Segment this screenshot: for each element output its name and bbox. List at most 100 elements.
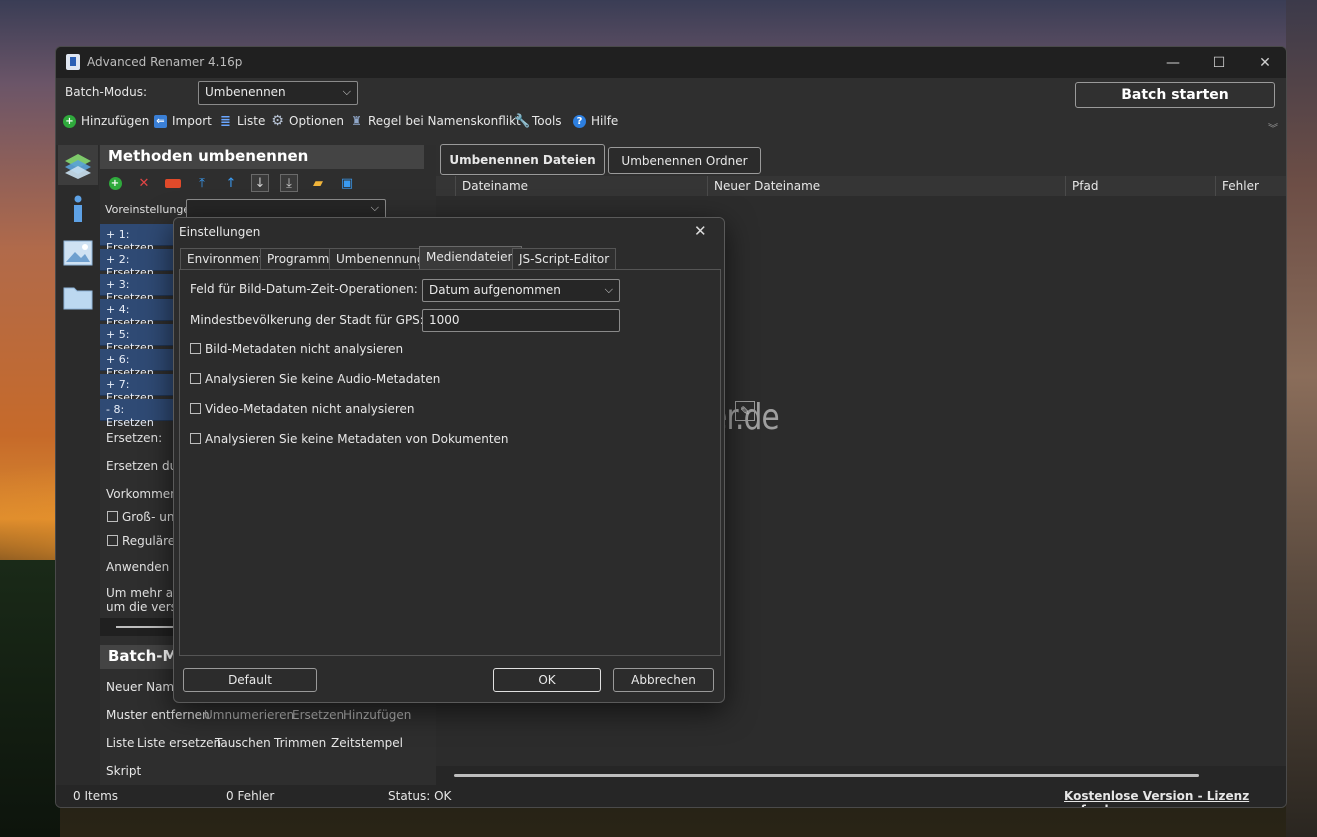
column-header-new-filename[interactable]: Neuer Dateiname xyxy=(708,176,1066,196)
ok-button[interactable]: OK xyxy=(493,668,601,692)
start-batch-button[interactable]: Batch starten xyxy=(1075,82,1275,108)
method-link[interactable]: Zeitstempel xyxy=(331,736,403,750)
tab-js-script-editor[interactable]: JS-Script-Editor xyxy=(512,248,617,270)
method-item[interactable]: + 2: Ersetzen xyxy=(100,249,176,279)
options-label: Optionen xyxy=(289,114,345,128)
checkbox-box xyxy=(107,535,118,546)
method-link[interactable]: Muster entfernen xyxy=(106,708,210,722)
tab-umbenennung[interactable]: Umbenennung xyxy=(329,248,432,270)
window-title: Advanced Renamer 4.16p xyxy=(87,55,243,69)
close-button[interactable]: ✕ xyxy=(1242,47,1286,78)
clear-methods-icon[interactable] xyxy=(164,174,182,192)
layers-icon[interactable] xyxy=(58,145,98,185)
app-icon xyxy=(66,54,80,70)
tab-mediendateien[interactable]: Mediendateien xyxy=(419,246,523,270)
method-item[interactable]: + 6: Ersetzen xyxy=(100,349,176,379)
side-icon-bar xyxy=(56,145,99,785)
chevron-down-icon: ⌵ xyxy=(342,85,351,98)
list-button[interactable]: ≣ Liste xyxy=(219,112,265,130)
errors-count: 0 Fehler xyxy=(226,789,275,803)
methods-header: Methoden umbenennen xyxy=(100,145,424,169)
method-link[interactable]: Trimmen xyxy=(274,736,326,750)
plus-icon: + xyxy=(63,114,76,128)
chevron-down-icon: ⌵ xyxy=(370,201,379,214)
media-settings-panel: Feld für Bild-Datum-Zeit-Operationen: Da… xyxy=(179,269,721,656)
method-item[interactable]: - 8: Ersetzen xyxy=(100,399,176,429)
method-item[interactable]: + 4: Ersetzen xyxy=(100,299,176,329)
import-label: Import xyxy=(172,114,212,128)
datetime-field-select[interactable]: Datum aufgenommen ⌵ xyxy=(422,279,620,302)
method-link[interactable]: Liste xyxy=(106,736,134,750)
batch-mode-select[interactable]: Umbenennen ⌵ xyxy=(198,81,358,105)
tools-button[interactable]: 🔧 Tools xyxy=(514,112,562,130)
add-button[interactable]: + Hinzufügen xyxy=(63,112,149,130)
move-up-icon[interactable]: ↑ xyxy=(222,174,240,192)
no-document-metadata-checkbox[interactable]: Analysieren Sie keine Metadaten von Doku… xyxy=(190,432,509,446)
wallpaper-mountain xyxy=(1286,0,1317,837)
image-icon[interactable] xyxy=(58,233,98,273)
column-header-error[interactable]: Fehler xyxy=(1216,176,1286,196)
info-icon[interactable] xyxy=(58,189,98,229)
status-text: Status: OK xyxy=(388,789,452,803)
horizontal-scrollbar[interactable] xyxy=(436,766,1286,786)
dialog-title-bar: Einstellungen ✕ xyxy=(174,218,724,246)
method-link[interactable]: Hinzufügen xyxy=(343,708,411,722)
more-text-line2: um die versc xyxy=(106,600,184,614)
scrollbar-thumb[interactable] xyxy=(454,774,1199,777)
title-bar: Advanced Renamer 4.16p — ☐ ✕ xyxy=(56,47,1286,78)
method-link[interactable]: Ersetzen xyxy=(292,708,344,722)
default-button[interactable]: Default xyxy=(183,668,317,692)
folder-icon[interactable] xyxy=(58,277,98,317)
method-item[interactable]: + 5: Ersetzen xyxy=(100,324,176,354)
license-link[interactable]: Kostenlose Version - Lizenz anfordern xyxy=(1064,789,1286,807)
no-audio-metadata-checkbox[interactable]: Analysieren Sie keine Audio-Metadaten xyxy=(190,372,440,386)
tab-rename-folders[interactable]: Umbenennen Ordner xyxy=(608,147,761,174)
expand-icon[interactable]: ︾ xyxy=(1268,120,1278,135)
options-button[interactable]: ⚙ Optionen xyxy=(271,112,344,130)
dialog-close-button[interactable]: ✕ xyxy=(694,222,707,240)
no-video-metadata-checkbox[interactable]: Video-Metadaten nicht analysieren xyxy=(190,402,414,416)
method-scroll-area[interactable] xyxy=(100,618,180,636)
column-header-path[interactable]: Pfad xyxy=(1066,176,1216,196)
method-link[interactable]: Liste ersetzen xyxy=(137,736,221,750)
maximize-button[interactable]: ☐ xyxy=(1196,47,1242,78)
column-header-spacer xyxy=(436,176,456,196)
save-icon[interactable]: ▣ xyxy=(338,174,356,192)
method-link[interactable]: Tauschen xyxy=(215,736,271,750)
presets-select[interactable]: ⌵ xyxy=(186,199,386,219)
minimize-button[interactable]: — xyxy=(1150,47,1196,78)
method-item[interactable]: + 1: Ersetzen xyxy=(100,224,176,254)
no-image-metadata-checkbox[interactable]: Bild-Metadaten nicht analysieren xyxy=(190,342,403,356)
method-item[interactable]: + 3: Ersetzen xyxy=(100,274,176,304)
tab-programm[interactable]: Programm xyxy=(260,248,337,270)
method-link[interactable]: Umnumerieren xyxy=(204,708,294,722)
import-icon: ⇐ xyxy=(154,114,167,128)
batch-mode-value: Umbenennen xyxy=(205,85,286,99)
tools-label: Tools xyxy=(532,114,562,128)
checkbox-box xyxy=(190,343,201,354)
datetime-field-label: Feld für Bild-Datum-Zeit-Operationen: xyxy=(190,282,418,296)
cancel-button[interactable]: Abbrechen xyxy=(613,668,714,692)
conflict-rule-button[interactable]: ♜ Regel bei Namenskonflikt xyxy=(350,112,521,130)
column-header-filename[interactable]: Dateiname xyxy=(456,176,708,196)
move-bottom-icon[interactable]: ⤓ xyxy=(280,174,298,192)
presets-label: Voreinstellunge xyxy=(105,203,191,216)
tab-environment[interactable]: Environment xyxy=(180,248,271,270)
replace-label: Ersetzen: xyxy=(106,431,163,445)
gps-population-input[interactable]: 1000 xyxy=(422,309,620,332)
import-button[interactable]: ⇐ Import xyxy=(154,112,212,130)
delete-method-icon[interactable]: ✕ xyxy=(135,174,153,192)
move-top-icon[interactable]: ⤒ xyxy=(193,174,211,192)
add-method-icon[interactable]: + xyxy=(106,174,124,192)
open-folder-icon[interactable]: ▰ xyxy=(309,174,327,192)
case-checkbox[interactable]: Groß- und xyxy=(107,510,182,524)
script-link[interactable]: Skript xyxy=(106,764,141,778)
method-item[interactable]: + 7: Ersetzen xyxy=(100,374,176,404)
help-button[interactable]: ? Hilfe xyxy=(573,112,618,130)
move-down-icon[interactable]: ↓ xyxy=(251,174,269,192)
gps-population-value: 1000 xyxy=(429,313,460,327)
tab-rename-files[interactable]: Umbenennen Dateien xyxy=(440,144,605,175)
checkbox-label: Video-Metadaten nicht analysieren xyxy=(205,402,415,416)
conflict-icon: ♜ xyxy=(351,113,362,128)
wallpaper-trees xyxy=(0,560,60,837)
